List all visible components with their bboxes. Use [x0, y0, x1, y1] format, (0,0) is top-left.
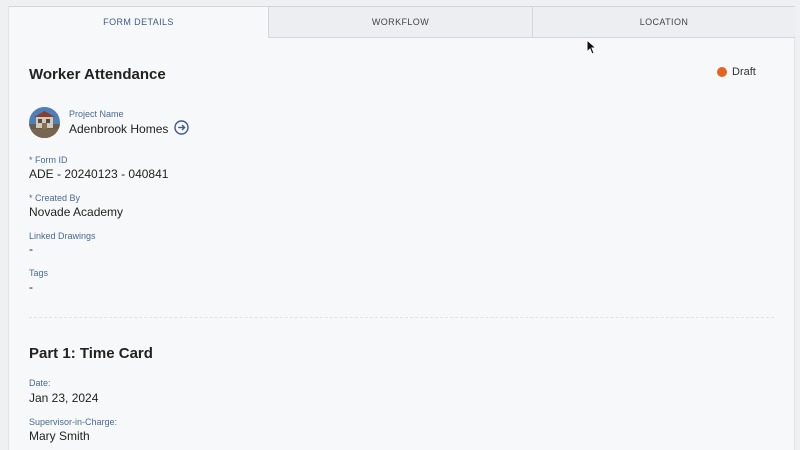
- tab-location[interactable]: LOCATION: [533, 6, 795, 38]
- project-name-value: Adenbrook Homes: [69, 122, 169, 136]
- created-by-value: Novade Academy: [29, 205, 124, 219]
- project-name-label: Project Name: [69, 109, 124, 119]
- tab-workflow[interactable]: WORKFLOW: [269, 6, 533, 38]
- tags-value: -: [29, 280, 33, 294]
- linked-drawings-label: Linked Drawings: [29, 231, 96, 241]
- section-divider: [29, 317, 774, 318]
- status-dot-icon: [717, 67, 727, 77]
- form-title: Worker Attendance: [29, 66, 166, 83]
- created-by-label: * Created By: [29, 193, 81, 203]
- form-panel: FORM DETAILS WORKFLOW LOCATION Worker At…: [8, 6, 795, 450]
- form-id-value: ADE - 20240123 - 040841: [29, 167, 169, 181]
- supervisor-label: Supervisor-in-Charge:: [29, 417, 118, 427]
- date-value: Jan 23, 2024: [29, 391, 99, 405]
- tab-form-details[interactable]: FORM DETAILS: [9, 6, 269, 38]
- project-avatar: [29, 107, 60, 138]
- form-id-label: * Form ID: [29, 155, 68, 165]
- status-label: Draft: [732, 66, 756, 78]
- tab-bar: FORM DETAILS WORKFLOW LOCATION: [9, 6, 795, 38]
- status-badge: Draft: [717, 66, 756, 78]
- supervisor-value: Mary Smith: [29, 429, 90, 443]
- date-label: Date:: [29, 378, 51, 388]
- arrow-circle-right-icon[interactable]: [174, 120, 189, 135]
- tags-label: Tags: [29, 268, 49, 278]
- linked-drawings-value: -: [29, 242, 33, 256]
- part1-title: Part 1: Time Card: [29, 345, 153, 362]
- mouse-pointer-icon: [586, 38, 598, 55]
